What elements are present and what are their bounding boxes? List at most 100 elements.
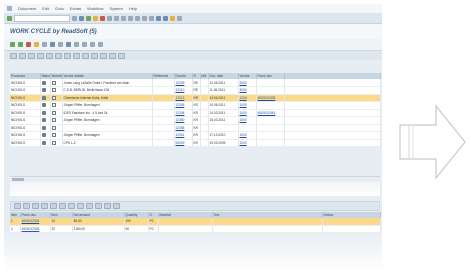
save-icon[interactable] <box>79 15 84 21</box>
accept-icon[interactable] <box>18 42 23 47</box>
details-icon[interactable] <box>10 52 17 59</box>
menu-item-edit[interactable]: Edit <box>42 6 49 11</box>
vendor-cell[interactable]: 1000 <box>238 131 257 140</box>
menu-item-extras[interactable]: Extras <box>70 6 81 11</box>
docnbr-cell[interactable]: 12313 <box>174 94 193 102</box>
find-icon[interactable] <box>114 15 119 21</box>
purch-doc-cell[interactable] <box>256 131 285 140</box>
details-icon[interactable] <box>14 203 21 209</box>
graphic-icon[interactable] <box>113 203 120 209</box>
next-page-icon[interactable] <box>142 15 147 21</box>
dropdown-icon[interactable] <box>72 15 77 21</box>
docnbr-cell[interactable]: 12348 <box>174 109 193 117</box>
export-icon[interactable] <box>73 52 80 59</box>
sum-icon[interactable] <box>46 52 53 59</box>
purch-doc-cell[interactable] <box>256 139 285 147</box>
cancel-icon[interactable] <box>100 15 105 21</box>
document-icon[interactable] <box>42 42 47 47</box>
purch-doc-cell[interactable] <box>256 116 285 125</box>
graphic-icon[interactable] <box>109 52 116 59</box>
new-session-icon[interactable] <box>156 15 161 21</box>
approve-icon[interactable] <box>10 42 15 47</box>
help-icon[interactable] <box>170 15 175 21</box>
table-row[interactable]: NICHOLS Chemische Internet Kuhs, Halle 123… <box>10 94 381 102</box>
change-layout-icon[interactable] <box>82 52 89 59</box>
subtotal-icon[interactable] <box>59 203 66 209</box>
subtotal-icon[interactable] <box>55 52 62 59</box>
menu-item-goto[interactable]: Goto <box>55 6 64 11</box>
find-next-icon[interactable] <box>121 15 126 21</box>
docnbr-cell[interactable]: 12358 <box>174 124 193 132</box>
purch-doc-cell[interactable] <box>256 124 285 132</box>
command-field[interactable] <box>14 14 70 22</box>
table-row[interactable]: NICHOLS Jürgen Pfiffer, Bornhagen 12301 KR 1… <box>10 131 381 140</box>
docnbr-cell[interactable]: 12305 <box>174 101 193 110</box>
menu-item-dokument[interactable]: Dokument <box>18 6 36 11</box>
filter-icon[interactable] <box>41 203 48 209</box>
abc-analysis-icon[interactable] <box>118 52 125 59</box>
docnbr-cell[interactable]: 12350 <box>174 116 193 125</box>
refresh-icon[interactable] <box>74 42 79 47</box>
purch-doc-cell[interactable] <box>256 101 285 110</box>
check-icon[interactable] <box>7 15 12 21</box>
last-page-icon[interactable] <box>149 15 154 21</box>
sort-ascending-icon[interactable] <box>19 52 26 59</box>
docnbr-cell[interactable]: 12309 <box>174 79 193 87</box>
notes-icon[interactable] <box>58 42 63 47</box>
save-layout-icon[interactable] <box>100 52 107 59</box>
table-row[interactable]: NICHOLS C.E.B. BERLIN, Berlin/Isaar 106 12… <box>10 86 381 95</box>
zoom-icon[interactable] <box>82 42 87 47</box>
prev-page-icon[interactable] <box>135 15 140 21</box>
table-row[interactable]: NICHOLS Jones Lang LaSalle GmbH, Frankfur… <box>10 79 381 87</box>
table-row[interactable]: NICHOLS Jürgen Pfiffer, Bornhagen 12305 KR 1… <box>10 101 381 110</box>
purch-doc-cell[interactable]: 4500012445 <box>256 109 285 117</box>
table-row[interactable]: NICHOLS CPS L-Z 94009 KR 19.03.2009 1000 <box>10 139 381 147</box>
vendor-cell[interactable]: 1234 <box>238 94 257 102</box>
purch-doc-cell[interactable] <box>256 79 285 87</box>
vendor-cell[interactable]: 1000 <box>238 101 257 110</box>
filter-icon[interactable] <box>37 52 44 59</box>
save-layout-icon[interactable] <box>104 203 111 209</box>
docnbr-cell[interactable]: 12301 <box>174 131 193 140</box>
sort-ascending-icon[interactable] <box>23 203 30 209</box>
table-row[interactable]: 1 4500012328 10 56,00 100 PC <box>10 218 381 226</box>
first-page-icon[interactable] <box>128 15 133 21</box>
purch-doc-cell[interactable] <box>256 86 285 95</box>
vendor-cell[interactable]: 1000 <box>238 116 257 125</box>
vendor-cell[interactable]: 1000 <box>238 139 257 147</box>
select-layout-icon[interactable] <box>95 203 102 209</box>
print-preview-icon[interactable] <box>64 52 71 59</box>
table-row[interactable]: NICHOLS Jürgen Pfiffer, Bornhagen 12350 KR 1… <box>10 116 381 125</box>
sort-descending-icon[interactable] <box>32 203 39 209</box>
menu-item-help[interactable]: Help <box>129 6 137 11</box>
table-row[interactable]: NICHOLS IDES Fashions Inc., 4 5,lord Dr. 1… <box>10 109 381 117</box>
scrollbar-thumb[interactable] <box>12 178 24 181</box>
vendor-cell[interactable]: 1000 <box>238 109 257 117</box>
sort-descending-icon[interactable] <box>28 52 35 59</box>
layout-icon[interactable] <box>177 15 182 21</box>
reject-icon[interactable] <box>26 42 31 47</box>
shortcut-icon[interactable] <box>163 15 168 21</box>
docnbr-cell[interactable]: 94009 <box>174 139 193 147</box>
back-icon[interactable] <box>86 15 91 21</box>
change-layout-icon[interactable] <box>86 203 93 209</box>
zoom-out-icon[interactable] <box>98 42 103 47</box>
export-icon[interactable] <box>77 203 84 209</box>
menu-item-system[interactable]: System <box>110 6 123 11</box>
print-preview-icon[interactable] <box>68 203 75 209</box>
vendor-cell[interactable] <box>238 124 257 132</box>
menu-item-workflow[interactable]: Workflow <box>87 6 103 11</box>
history-icon[interactable] <box>66 42 71 47</box>
zoom-in-icon[interactable] <box>90 42 95 47</box>
sum-icon[interactable] <box>50 203 57 209</box>
vendor-cell[interactable]: 2000 <box>238 79 257 87</box>
forward-icon[interactable] <box>34 42 39 47</box>
print-icon[interactable] <box>107 15 112 21</box>
select-layout-icon[interactable] <box>91 52 98 59</box>
vendor-cell[interactable]: 3000 <box>238 86 257 95</box>
display-icon[interactable] <box>50 42 55 47</box>
purch-doc-cell[interactable]: 4500012328 <box>256 94 285 102</box>
exit-icon[interactable] <box>93 15 98 21</box>
table-row[interactable]: NICHOLS 12358 KR <box>10 124 381 132</box>
docnbr-cell[interactable]: 12310 <box>174 86 193 95</box>
